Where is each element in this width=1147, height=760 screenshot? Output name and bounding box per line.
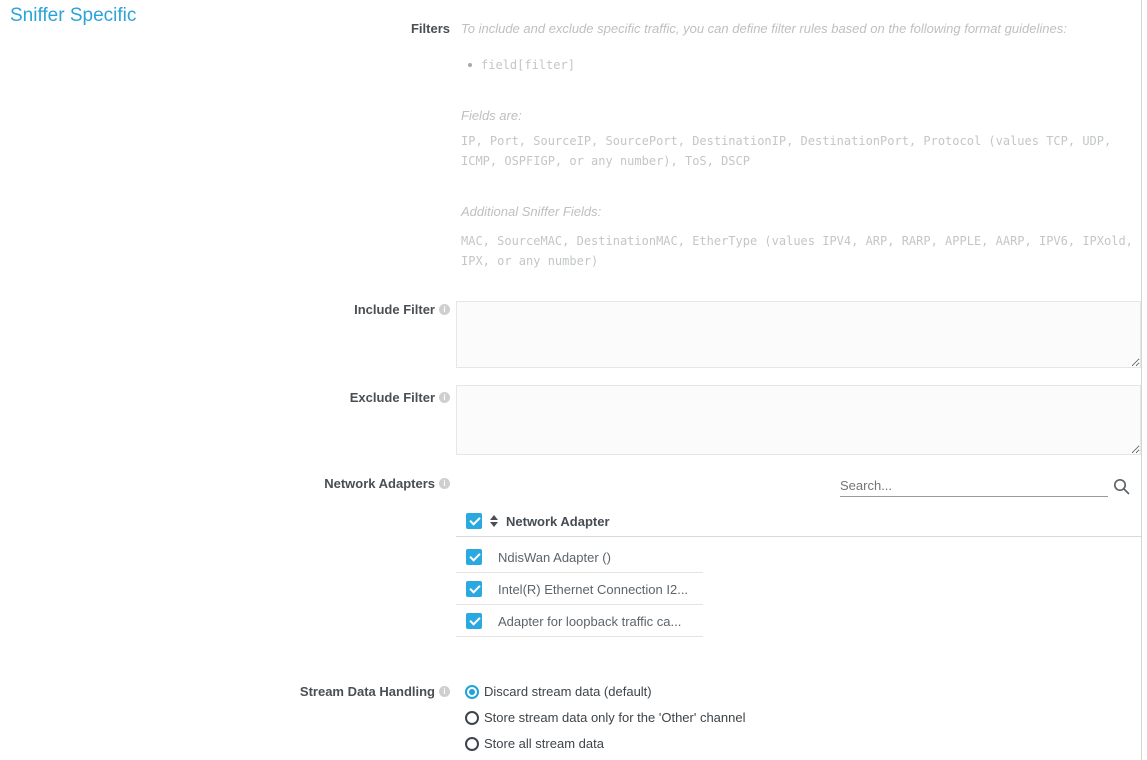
radio-button-icon[interactable] <box>465 737 479 751</box>
network-adapters-info-icon[interactable]: i <box>439 478 450 489</box>
filters-format-bullet: field[filter] <box>468 58 575 72</box>
radio-option-discard[interactable]: Discard stream data (default) <box>465 684 652 699</box>
include-filter-info-icon[interactable]: i <box>439 304 450 315</box>
filters-intro-text: To include and exclude specific traffic,… <box>461 21 1067 36</box>
fields-list: IP, Port, SourceIP, SourcePort, Destinat… <box>461 131 1147 171</box>
include-filter-label: Include Filter i <box>0 302 450 317</box>
stream-data-handling-info-icon[interactable]: i <box>439 686 450 697</box>
select-all-checkbox[interactable] <box>466 513 482 529</box>
row-divider <box>456 604 703 605</box>
table-row: NdisWan Adapter () <box>466 549 704 565</box>
sort-icon[interactable] <box>490 515 498 527</box>
header-divider <box>456 536 1141 537</box>
radio-button-selected-icon[interactable] <box>465 685 479 699</box>
exclude-filter-info-icon[interactable]: i <box>439 392 450 403</box>
row-divider <box>456 572 703 573</box>
table-row: Adapter for loopback traffic ca... <box>466 613 704 629</box>
stream-data-handling-label: Stream Data Handling i <box>0 684 450 699</box>
exclude-filter-label-text: Exclude Filter <box>350 390 435 405</box>
network-adapters-label: Network Adapters i <box>0 476 450 491</box>
stream-data-handling-label-text: Stream Data Handling <box>300 684 435 699</box>
exclude-filter-label: Exclude Filter i <box>0 390 450 405</box>
adapter-checkbox[interactable] <box>466 581 482 597</box>
exclude-filter-input[interactable] <box>456 385 1141 455</box>
filters-label: Filters <box>0 21 450 36</box>
fields-heading: Fields are: <box>461 108 522 123</box>
adapter-table-header: Network Adapter <box>466 513 610 529</box>
sniffer-specific-settings-page: Sniffer Specific Filters To include and … <box>0 0 1147 760</box>
adapter-search <box>840 476 1130 497</box>
network-adapters-label-text: Network Adapters <box>324 476 435 491</box>
filter-format-example: field[filter] <box>481 58 575 72</box>
row-divider <box>456 636 703 637</box>
include-filter-label-text: Include Filter <box>354 302 435 317</box>
table-row: Intel(R) Ethernet Connection I2... <box>466 581 704 597</box>
radio-option-store-other[interactable]: Store stream data only for the 'Other' c… <box>465 710 746 725</box>
radio-option-label: Store all stream data <box>484 736 604 751</box>
additional-fields-heading: Additional Sniffer Fields: <box>461 204 601 219</box>
filters-label-text: Filters <box>411 21 450 36</box>
panel-edge-divider <box>1141 0 1142 760</box>
radio-option-label: Store stream data only for the 'Other' c… <box>484 710 746 725</box>
include-filter-input[interactable] <box>456 301 1141 368</box>
adapter-checkbox[interactable] <box>466 613 482 629</box>
search-icon[interactable] <box>1113 478 1130 495</box>
adapter-column-header[interactable]: Network Adapter <box>506 514 610 529</box>
bullet-dot <box>468 63 472 67</box>
radio-option-store-all[interactable]: Store all stream data <box>465 736 604 751</box>
adapter-search-input[interactable] <box>840 476 1108 497</box>
adapter-name: Adapter for loopback traffic ca... <box>498 614 681 629</box>
adapter-name: NdisWan Adapter () <box>498 550 611 565</box>
adapter-checkbox[interactable] <box>466 549 482 565</box>
adapter-name: Intel(R) Ethernet Connection I2... <box>498 582 688 597</box>
radio-button-icon[interactable] <box>465 711 479 725</box>
additional-fields-list: MAC, SourceMAC, DestinationMAC, EtherTyp… <box>461 231 1147 271</box>
radio-option-label: Discard stream data (default) <box>484 684 652 699</box>
